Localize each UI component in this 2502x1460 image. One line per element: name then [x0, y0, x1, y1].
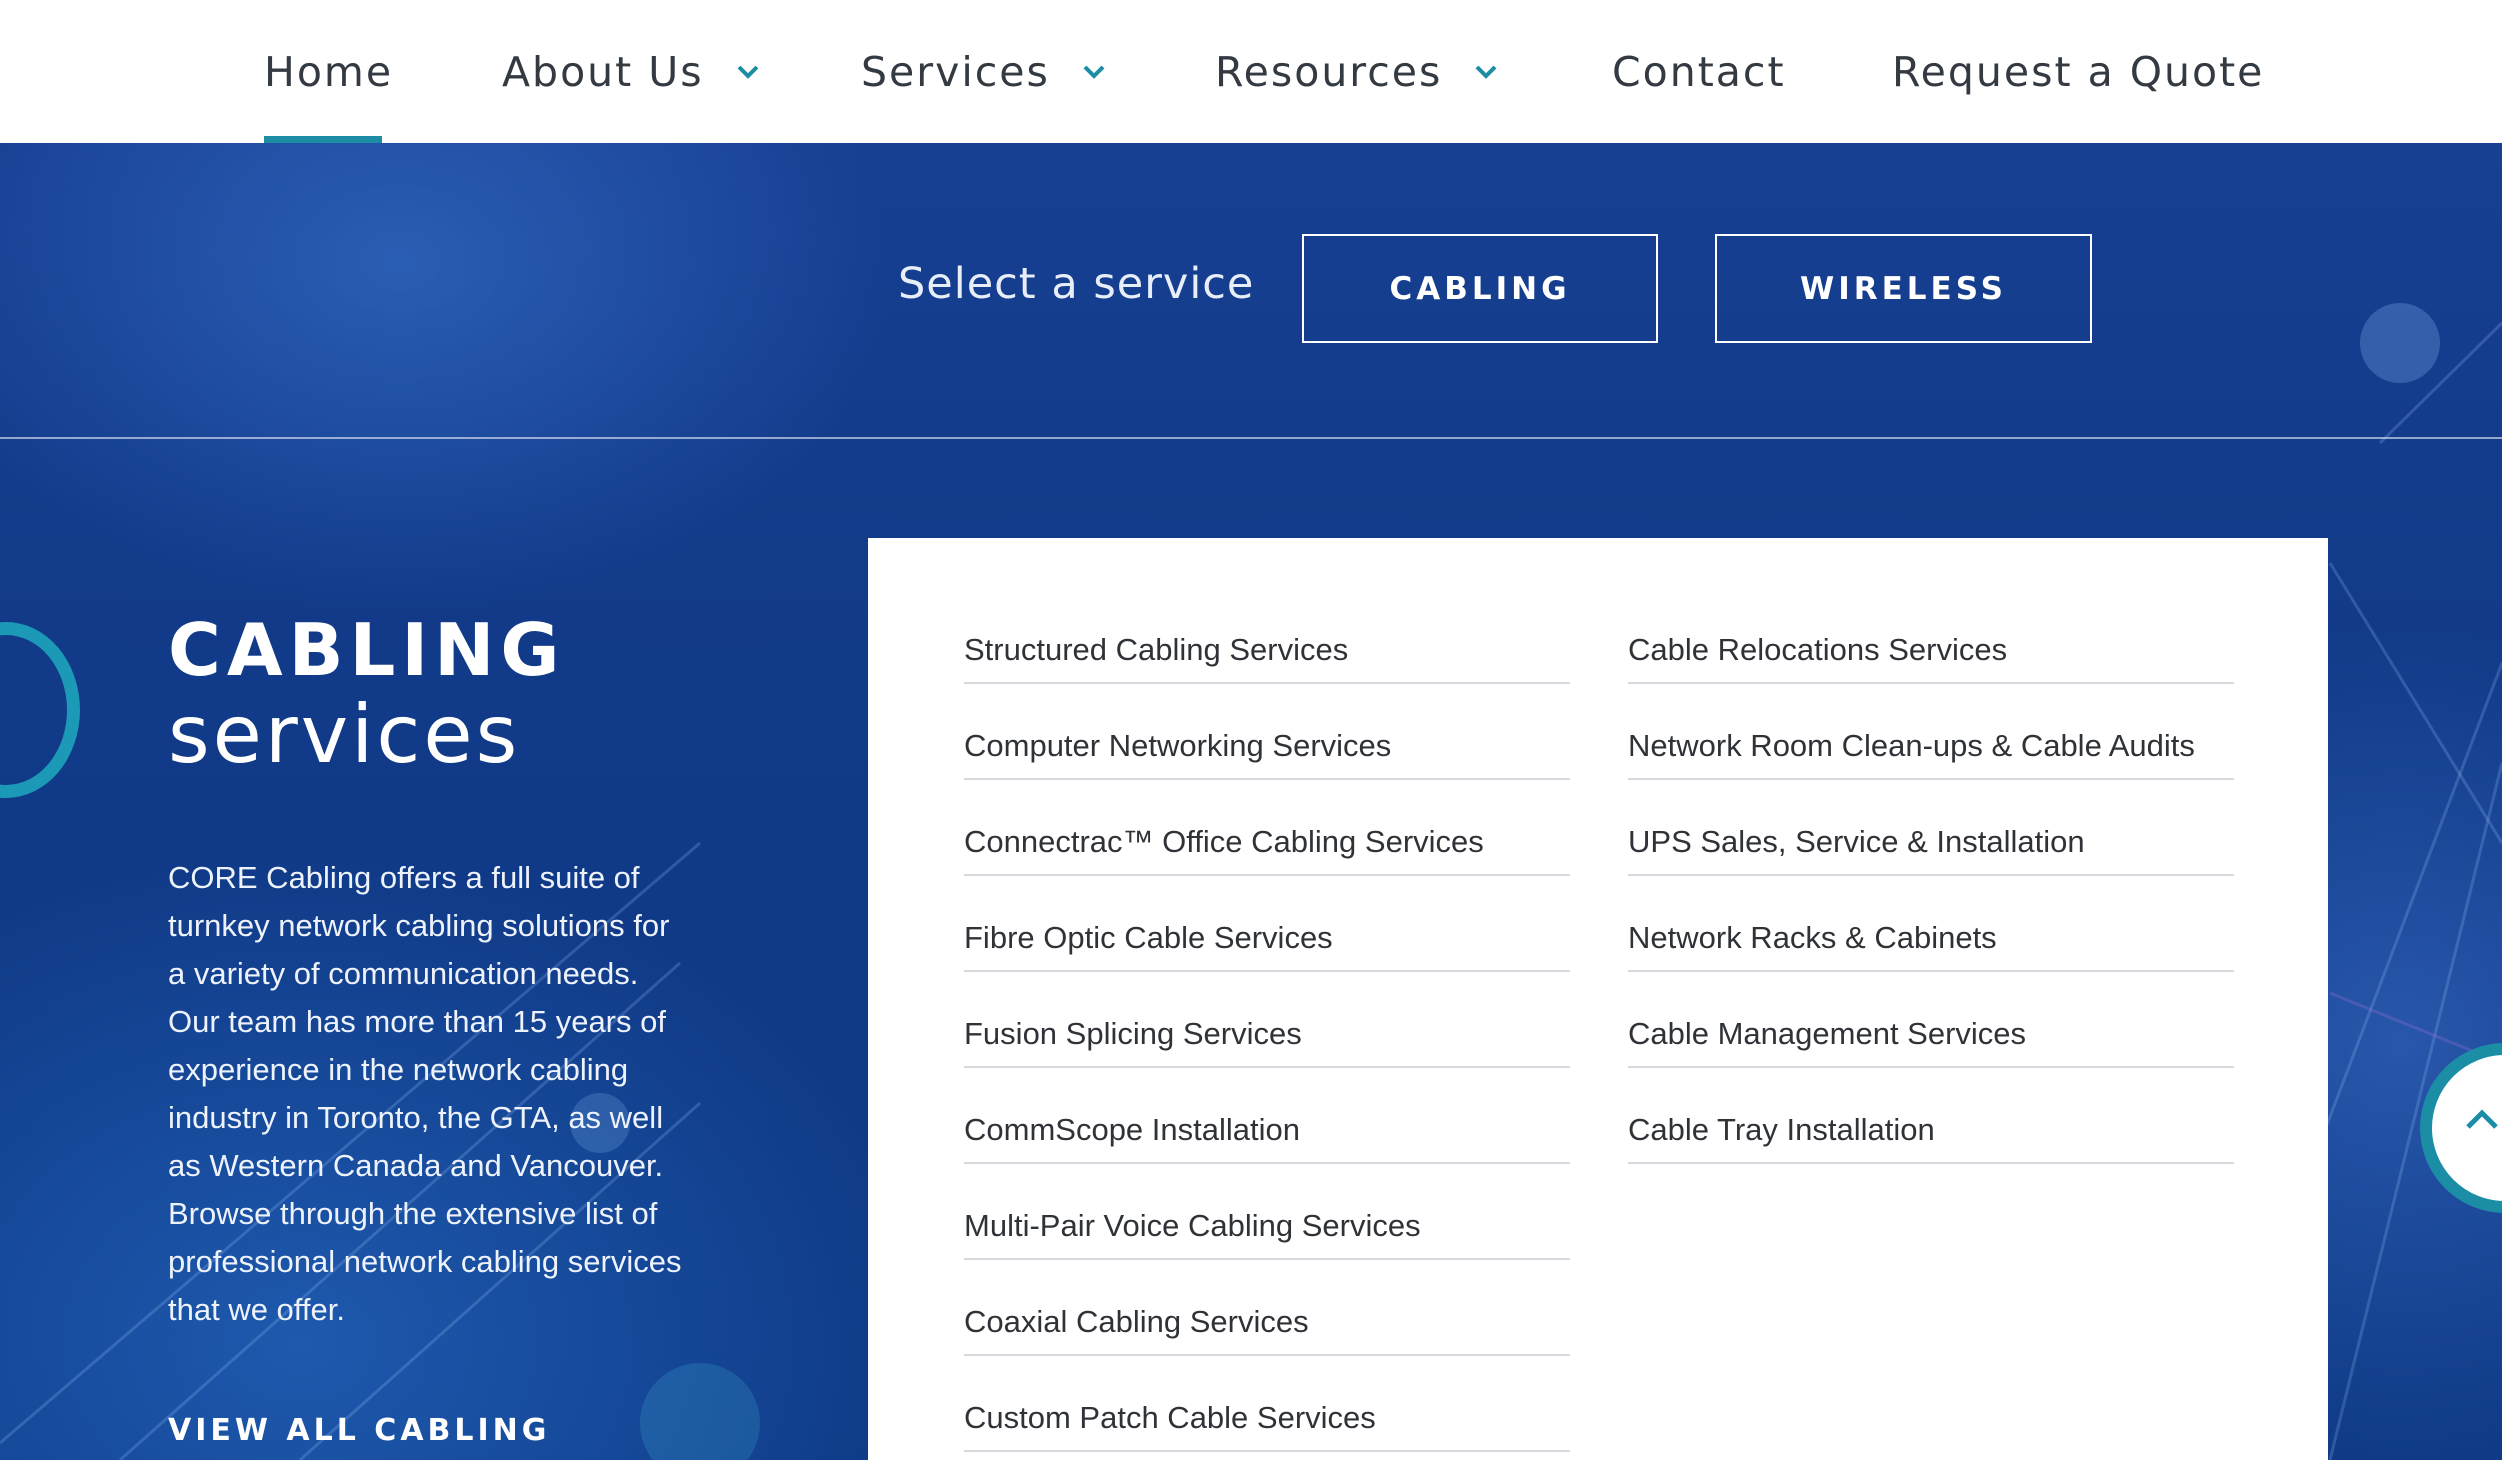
services-list-panel: Structured Cabling Services Computer Net… [868, 538, 2328, 1460]
nav-item-about-us[interactable]: About Us [502, 0, 762, 143]
view-all-cabling-link[interactable]: VIEW ALL CABLING [168, 1413, 550, 1448]
services-list-left: Structured Cabling Services Computer Net… [964, 588, 1570, 1452]
section-title: CABLING [168, 608, 566, 692]
service-link-cable-relocations[interactable]: Cable Relocations Services [1628, 588, 2234, 684]
nav-item-label: About Us [502, 47, 704, 96]
service-link-cable-management[interactable]: Cable Management Services [1628, 972, 2234, 1068]
chevron-down-icon [1083, 65, 1105, 79]
service-link-cable-tray[interactable]: Cable Tray Installation [1628, 1068, 2234, 1164]
service-link-fusion-splicing[interactable]: Fusion Splicing Services [964, 972, 1570, 1068]
select-service-label: Select a service [898, 259, 1255, 309]
nav-item-services[interactable]: Services [861, 0, 1108, 143]
service-link-connectrac[interactable]: Connectrac™ Office Cabling Services [964, 780, 1570, 876]
nav-item-contact[interactable]: Contact [1612, 0, 1786, 143]
top-navigation: Home About Us Services Resources Contact… [0, 0, 2502, 143]
active-nav-underline [264, 136, 382, 143]
service-link-multi-pair-voice[interactable]: Multi-Pair Voice Cabling Services [964, 1164, 1570, 1260]
nav-item-resources[interactable]: Resources [1215, 0, 1500, 143]
nav-item-label: Services [861, 47, 1050, 96]
service-link-ups[interactable]: UPS Sales, Service & Installation [1628, 780, 2234, 876]
nav-item-label: Contact [1612, 47, 1786, 96]
services-list-right: Cable Relocations Services Network Room … [1628, 588, 2234, 1164]
nav-item-label: Resources [1215, 47, 1443, 96]
chevron-up-icon [2466, 1109, 2498, 1129]
service-link-fibre-optic[interactable]: Fibre Optic Cable Services [964, 876, 1570, 972]
nav-item-request-quote[interactable]: Request a Quote [1892, 0, 2264, 143]
wireless-button[interactable]: WIRELESS [1715, 234, 2092, 343]
service-link-network-racks[interactable]: Network Racks & Cabinets [1628, 876, 2234, 972]
service-link-custom-patch[interactable]: Custom Patch Cable Services [964, 1356, 1570, 1452]
section-subtitle: services [168, 688, 521, 781]
nav-item-home[interactable]: Home [264, 0, 393, 143]
service-link-computer-networking[interactable]: Computer Networking Services [964, 684, 1570, 780]
service-link-commscope[interactable]: CommScope Installation [964, 1068, 1570, 1164]
services-hero: Select a service CABLING WIRELESS CABLIN… [0, 143, 2502, 1460]
section-divider [0, 437, 2502, 439]
chevron-down-icon [1475, 65, 1497, 79]
chevron-down-icon [737, 65, 759, 79]
cabling-button[interactable]: CABLING [1302, 234, 1658, 343]
nav-item-label: Request a Quote [1892, 47, 2265, 96]
service-link-coaxial[interactable]: Coaxial Cabling Services [964, 1260, 1570, 1356]
service-link-network-room-cleanups[interactable]: Network Room Clean-ups & Cable Audits [1628, 684, 2234, 780]
service-link-structured-cabling[interactable]: Structured Cabling Services [964, 588, 1570, 684]
section-description: CORE Cabling offers a full suite of turn… [168, 860, 682, 1327]
nav-item-label: Home [264, 47, 394, 96]
